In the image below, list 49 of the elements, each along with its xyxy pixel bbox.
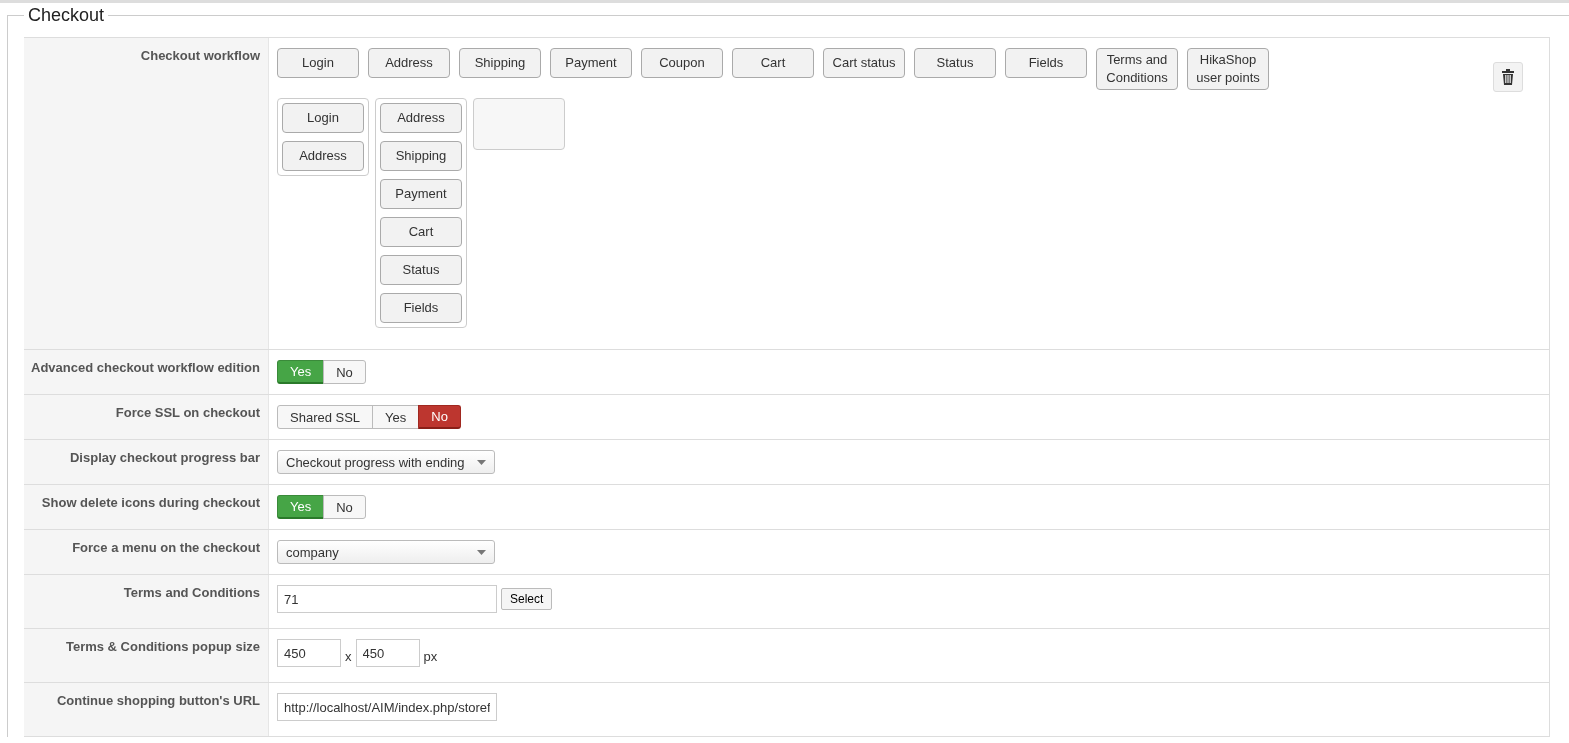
dropdown-caret-icon [477, 459, 486, 465]
field-label: Terms and Conditions [123, 585, 260, 600]
workflow-step-button[interactable]: Login [277, 48, 359, 78]
workflow-step-button[interactable]: Payment [550, 48, 632, 78]
workflow-step-button[interactable]: Fields [1005, 48, 1087, 78]
height-input[interactable]: 450 [355, 639, 420, 667]
workflow-group[interactable]: Address Shipping Payment Cart Status Fields [375, 98, 467, 328]
delete-button[interactable] [1493, 62, 1523, 92]
toggle-option[interactable]: Shared SSL [277, 405, 374, 429]
text-input[interactable]: 71 [277, 585, 497, 613]
dropdown-select[interactable]: Checkout progress with ending [277, 450, 495, 474]
toggle-option[interactable]: No [418, 405, 461, 429]
workflow-step-button[interactable]: Cart [732, 48, 814, 78]
select-button[interactable]: Select [501, 588, 553, 610]
workflow-step-button[interactable]: Status [914, 48, 996, 78]
field-label: Advanced checkout workflow edition [31, 360, 260, 375]
workflow-step-button[interactable]: Fields [380, 293, 462, 323]
toggle-option[interactable]: No [323, 360, 366, 384]
workflow-step-button[interactable]: Payment [380, 179, 462, 209]
size-separator: x [345, 647, 352, 664]
workflow-step-button[interactable]: Login [282, 103, 364, 133]
field-label: Force SSL on checkout [115, 405, 260, 420]
dropdown-caret-icon [477, 549, 486, 555]
workflow-step-button[interactable]: Address [380, 103, 462, 133]
workflow-step-button[interactable]: HikaShop user points [1187, 48, 1269, 90]
field-label: Terms & Conditions popup size [65, 639, 260, 654]
workflow-step-button[interactable]: Status [380, 255, 462, 285]
workflow-step-button[interactable]: Address [282, 141, 364, 171]
toggle-option[interactable]: No [323, 495, 366, 519]
field-label: Show delete icons during checkout [41, 495, 260, 510]
workflow-step-button[interactable]: Terms and Conditions [1096, 48, 1178, 90]
dropdown-select[interactable]: company [277, 540, 495, 564]
workflow-step-button[interactable]: Address [368, 48, 450, 78]
workflow-step-button[interactable]: Shipping [380, 141, 462, 171]
url-input[interactable]: http://localhost/AIM/index.php/storef [277, 693, 497, 721]
workflow-step-button[interactable]: Cart [380, 217, 462, 247]
trash-icon [1502, 69, 1514, 85]
field-label: Force a menu on the checkout [72, 540, 260, 555]
unit-label: px [423, 647, 438, 664]
toggle-option[interactable]: Yes [372, 405, 420, 429]
workflow-step-button[interactable]: Shipping [459, 48, 541, 78]
workflow-step-button[interactable]: Cart status [823, 48, 905, 78]
workflow-group[interactable]: Login Address [277, 98, 369, 176]
field-label: Display checkout progress bar [70, 450, 260, 465]
field-label: Checkout workflow [140, 48, 260, 63]
width-input[interactable]: 450 [277, 639, 341, 667]
field-label: Continue shopping button's URL [56, 693, 260, 708]
workflow-step-button[interactable]: Coupon [641, 48, 723, 78]
fieldset-legend: Checkout [24, 5, 109, 26]
